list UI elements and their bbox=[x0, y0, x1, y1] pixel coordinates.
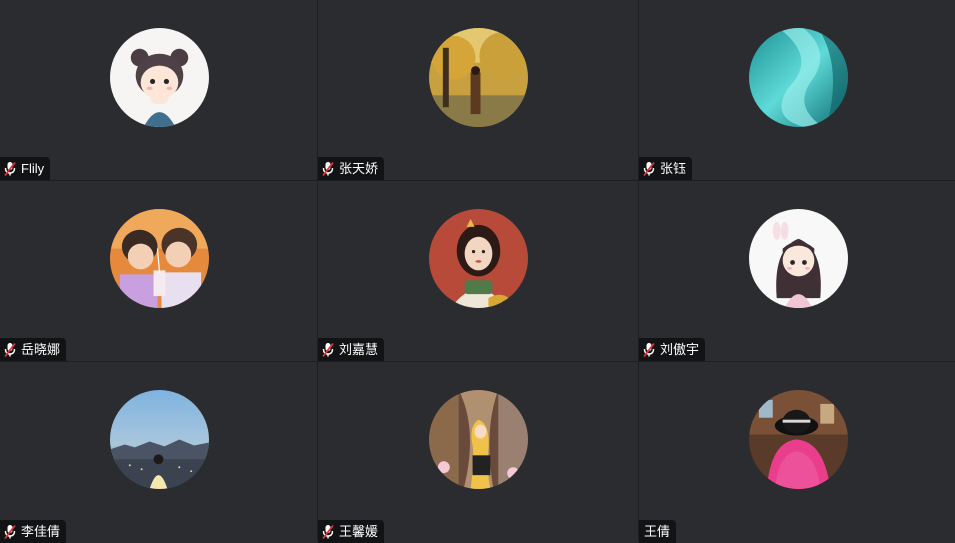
participant-avatar bbox=[749, 209, 848, 308]
participant-avatar bbox=[429, 28, 528, 127]
participant-nameplate: 王馨媛 bbox=[318, 520, 385, 543]
participant-tile-5[interactable]: 刘嘉慧 bbox=[318, 181, 638, 361]
participant-name: 张天娇 bbox=[339, 161, 379, 176]
participant-tile-3[interactable]: 张钰 bbox=[639, 0, 955, 180]
participant-avatar bbox=[109, 28, 209, 127]
participant-tile-4[interactable]: 岳晓娜 bbox=[0, 181, 317, 361]
participant-nameplate: 刘傲宇 bbox=[639, 338, 706, 361]
participant-avatar bbox=[109, 209, 209, 308]
mic-muted-icon bbox=[642, 342, 656, 358]
mic-muted-icon bbox=[3, 524, 17, 540]
participant-avatar bbox=[749, 390, 848, 489]
participant-name: Flily bbox=[21, 161, 45, 176]
mic-muted-icon bbox=[321, 524, 335, 540]
participant-nameplate: 张钰 bbox=[639, 157, 693, 180]
participant-nameplate: 李佳倩 bbox=[0, 520, 67, 543]
video-grid: Flily 张天娇 张钰 岳晓娜 刘嘉慧 刘傲宇 李佳倩 王馨媛 王倩 bbox=[0, 0, 955, 543]
mic-muted-icon bbox=[642, 161, 656, 177]
participant-name: 李佳倩 bbox=[21, 524, 61, 539]
participant-tile-6[interactable]: 刘傲宇 bbox=[639, 181, 955, 361]
mic-muted-icon bbox=[321, 161, 335, 177]
participant-tile-9[interactable]: 王倩 bbox=[639, 362, 955, 543]
mic-muted-icon bbox=[321, 342, 335, 358]
participant-nameplate: 张天娇 bbox=[318, 157, 385, 180]
participant-avatar bbox=[429, 390, 528, 489]
participant-name: 王倩 bbox=[644, 524, 671, 539]
participant-name: 刘傲宇 bbox=[660, 342, 700, 357]
participant-nameplate: 王倩 bbox=[639, 520, 677, 543]
participant-name: 刘嘉慧 bbox=[339, 342, 379, 357]
participant-tile-8[interactable]: 王馨媛 bbox=[318, 362, 638, 543]
participant-name: 王馨媛 bbox=[339, 524, 379, 539]
participant-nameplate: Flily bbox=[0, 157, 51, 180]
mic-muted-icon bbox=[3, 342, 17, 358]
participant-nameplate: 刘嘉慧 bbox=[318, 338, 385, 361]
participant-avatar bbox=[109, 390, 209, 489]
participant-name: 岳晓娜 bbox=[21, 342, 61, 357]
participant-avatar bbox=[749, 28, 848, 127]
participant-avatar bbox=[429, 209, 528, 308]
participant-tile-2[interactable]: 张天娇 bbox=[318, 0, 638, 180]
participant-tile-1[interactable]: Flily bbox=[0, 0, 317, 180]
mic-muted-icon bbox=[3, 161, 17, 177]
participant-name: 张钰 bbox=[660, 161, 687, 176]
participant-tile-7[interactable]: 李佳倩 bbox=[0, 362, 317, 543]
participant-nameplate: 岳晓娜 bbox=[0, 338, 67, 361]
